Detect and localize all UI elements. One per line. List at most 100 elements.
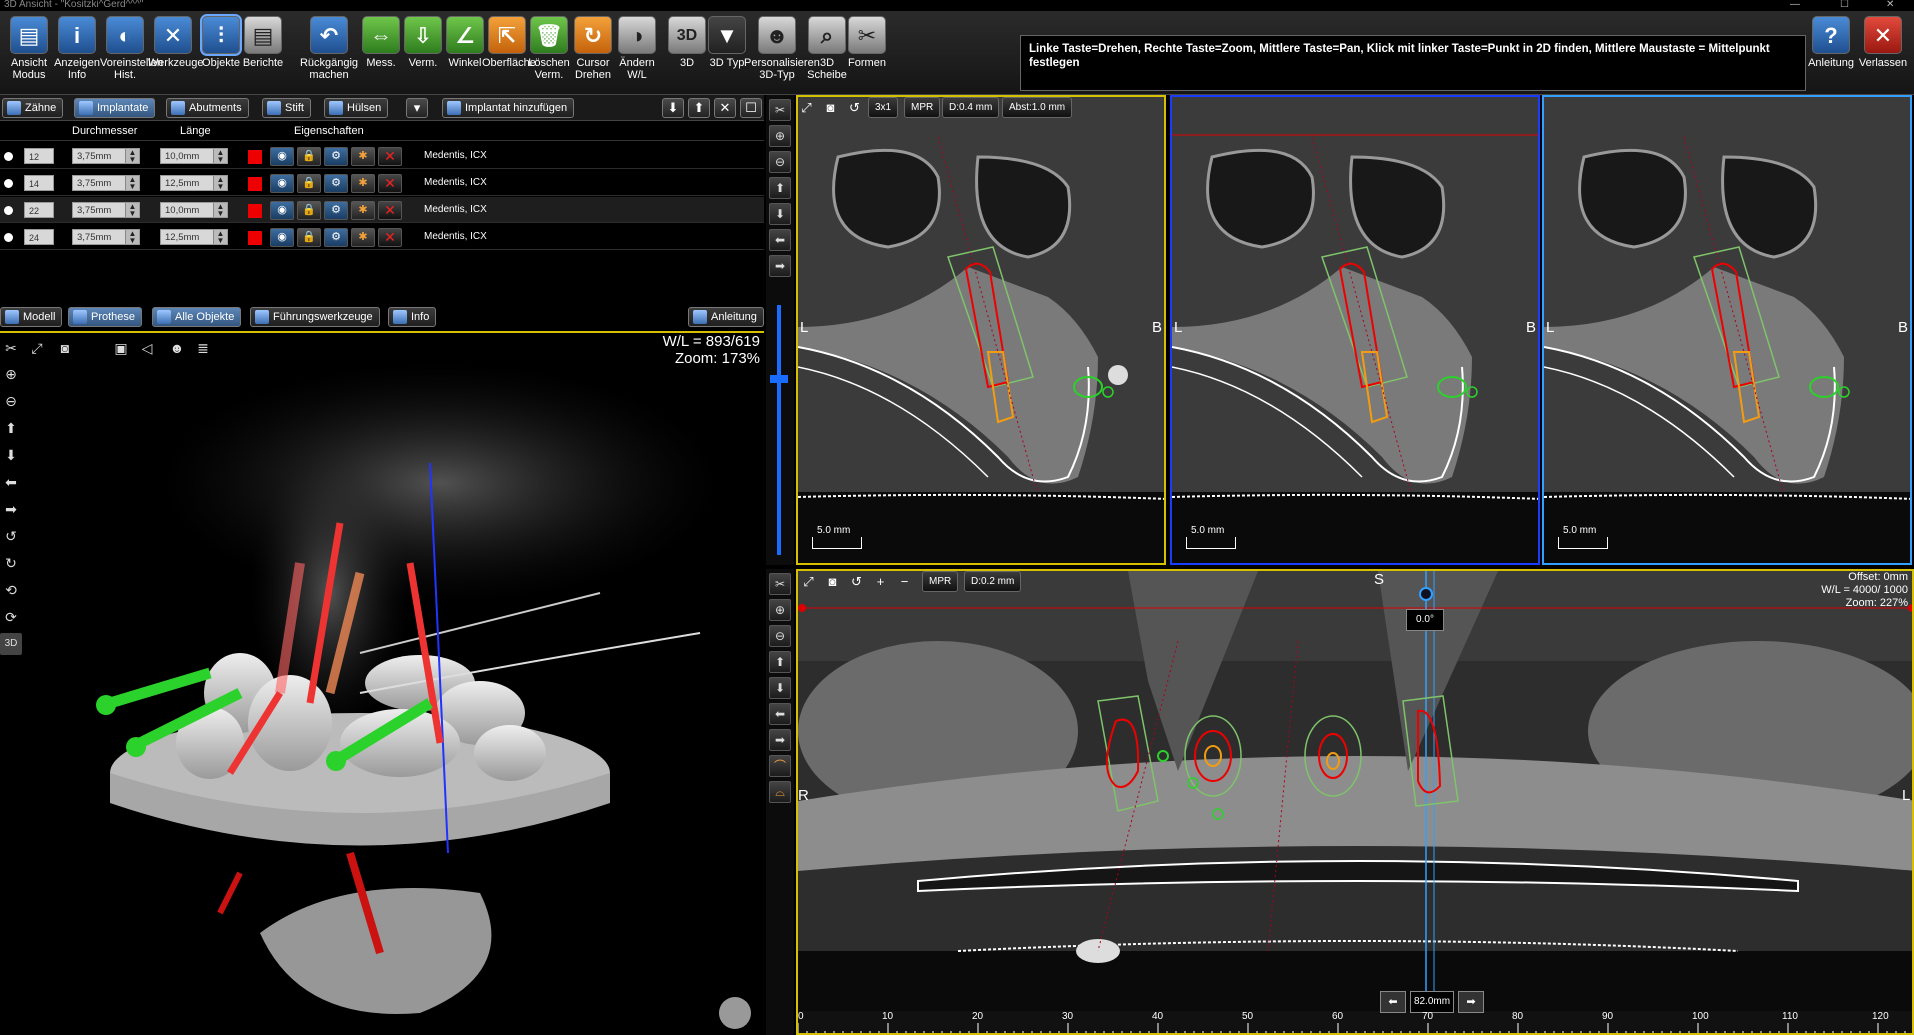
implant-settings-icon[interactable]: ⚙: [324, 174, 348, 193]
move-up-button[interactable]: ⬆: [688, 98, 710, 118]
diameter-stepper[interactable]: 3,75mm ▲ ▼: [72, 229, 140, 245]
cursor-rotate-button[interactable]: ↻ Cursor Drehen: [568, 16, 618, 92]
close-window-icon[interactable]: ✕: [1886, 0, 1894, 10]
tab-sleeves[interactable]: Hülsen: [324, 98, 389, 118]
personalize-3d-type-button[interactable]: ☻ Personalisieren 3D-Typ: [744, 16, 820, 92]
exit-button[interactable]: ✕ Verlassen: [1858, 16, 1908, 92]
diameter-stepper[interactable]: 3,75mm ▲ ▼: [72, 148, 140, 164]
arch-upper-icon[interactable]: ⌒: [769, 755, 791, 777]
row-select-radio[interactable]: [4, 152, 13, 161]
spacing-button[interactable]: Abst:1.0 mm: [1002, 97, 1073, 118]
tab-implants[interactable]: Implantate: [74, 98, 156, 118]
implant-settings-icon[interactable]: ⚙: [324, 201, 348, 220]
stepper-arrows-icon[interactable]: ▲ ▼: [213, 230, 227, 245]
tools-icon[interactable]: ✂: [769, 99, 791, 121]
tools-icon[interactable]: ✂: [769, 573, 791, 595]
arrow-left-icon[interactable]: ⬅: [769, 229, 791, 251]
orientation-head-icon[interactable]: [719, 997, 751, 1029]
table-row[interactable]: 24 3,75mm ▲ ▼ 12,5mm ▲ ▼ ◉ 🔒 ⚙ ✱ ✕ Medentis, ICX: [0, 224, 764, 250]
diameter-stepper[interactable]: 3,75mm ▲ ▼: [72, 175, 140, 191]
visibility-icon[interactable]: ◉: [270, 201, 294, 220]
add-implant-button[interactable]: Implantat hinzufügen: [442, 98, 575, 118]
implant-settings-icon[interactable]: ⚙: [324, 147, 348, 166]
arrow-left-icon[interactable]: ⬅: [769, 703, 791, 725]
maximize-icon[interactable]: ☐: [1840, 0, 1849, 10]
implant-color-swatch[interactable]: [248, 231, 262, 245]
length-stepper[interactable]: 10,0mm ▲ ▼: [160, 148, 228, 164]
arrow-down-icon[interactable]: ⬇: [769, 203, 791, 225]
diameter-stepper[interactable]: 3,75mm ▲ ▼: [72, 202, 140, 218]
tab-abutments[interactable]: Abutments: [166, 98, 249, 118]
delete-implant-icon[interactable]: ✕: [378, 147, 402, 166]
stepper-arrows-icon[interactable]: ▲ ▼: [213, 149, 227, 164]
object-help-button[interactable]: Anleitung: [688, 307, 764, 327]
zoom-in-icon[interactable]: ⊕: [769, 599, 791, 621]
implant-settings-icon[interactable]: ⚙: [324, 228, 348, 247]
tabs-dropdown-button[interactable]: ▾: [406, 98, 428, 118]
row-select-radio[interactable]: [4, 233, 13, 242]
mpr-button[interactable]: MPR: [904, 97, 941, 118]
implant-axis-icon[interactable]: ✱: [351, 147, 375, 166]
view-mode-button[interactable]: ▤ Ansicht Modus: [4, 16, 54, 92]
thickness-button[interactable]: D:0.4 mm: [942, 97, 1000, 118]
arrow-right-icon[interactable]: ➡: [769, 255, 791, 277]
length-stepper[interactable]: 12,5mm ▲ ▼: [160, 175, 228, 191]
length-stepper[interactable]: 12,5mm ▲ ▼: [160, 229, 228, 245]
reset-rotation-icon[interactable]: ↺: [844, 97, 865, 118]
arch-lower-icon[interactable]: ⌓: [769, 781, 791, 803]
tab-all-objects[interactable]: Alle Objekte: [152, 307, 242, 327]
delete-implant-icon[interactable]: ✕: [378, 174, 402, 193]
implant-axis-icon[interactable]: ✱: [351, 174, 375, 193]
help-button[interactable]: ? Anleitung: [1806, 16, 1856, 92]
tab-prosthesis[interactable]: Prothese: [68, 307, 143, 327]
stepper-arrows-icon[interactable]: ▲ ▼: [125, 176, 139, 191]
panoramic-view[interactable]: ⤢ ◙ ↺ + − MPR D:0.2 mm S R L Offset: 0mm…: [796, 569, 1914, 1035]
window-level-button[interactable]: ◑ Ändern W/L: [612, 16, 662, 92]
show-info-button[interactable]: i Anzeigen Info: [52, 16, 102, 92]
histogram-preset-button[interactable]: ◐ Voreinstellen Hist.: [100, 16, 163, 92]
lock-icon[interactable]: 🔒: [297, 147, 321, 166]
cross-section-view-2[interactable]: L B 5.0 mm: [1170, 95, 1540, 565]
tab-post[interactable]: Stift: [262, 98, 311, 118]
lock-icon[interactable]: 🔒: [297, 201, 321, 220]
implant-color-swatch[interactable]: [248, 204, 262, 218]
visibility-icon[interactable]: ◉: [270, 147, 294, 166]
fullscreen-icon[interactable]: ⤢: [796, 97, 817, 118]
lock-icon[interactable]: 🔒: [297, 174, 321, 193]
tab-model[interactable]: Modell: [0, 307, 63, 327]
row-select-radio[interactable]: [4, 206, 13, 215]
zoom-out-icon[interactable]: ⊖: [769, 151, 791, 173]
move-down-button[interactable]: ⬇: [662, 98, 684, 118]
tab-teeth[interactable]: Zähne: [2, 98, 64, 118]
delete-implant-icon[interactable]: ✕: [378, 228, 402, 247]
arrow-up-icon[interactable]: ⬆: [769, 651, 791, 673]
stepper-arrows-icon[interactable]: ▲ ▼: [125, 203, 139, 218]
arrow-up-icon[interactable]: ⬆: [769, 177, 791, 199]
slice-slider-thumb[interactable]: [770, 375, 788, 383]
implant-axis-icon[interactable]: ✱: [351, 228, 375, 247]
table-row[interactable]: 12 3,75mm ▲ ▼ 10,0mm ▲ ▼ ◉ 🔒 ⚙ ✱ ✕ Medentis, ICX: [0, 143, 764, 169]
zoom-out-icon[interactable]: ⊖: [769, 625, 791, 647]
implant-color-swatch[interactable]: [248, 177, 262, 191]
panel-toggle-button[interactable]: ☐: [740, 98, 762, 118]
implant-color-swatch[interactable]: [248, 150, 262, 164]
visibility-icon[interactable]: ◉: [270, 228, 294, 247]
minimize-icon[interactable]: —: [1790, 0, 1800, 10]
lock-icon[interactable]: 🔒: [297, 228, 321, 247]
cross-section-view-3[interactable]: L B 5.0 mm: [1542, 95, 1912, 565]
3d-view[interactable]: ✂ ⤢ ◙ ▣ ◁ ☻ ≣ ⊕ ⊖ ⬆ ⬇ ⬅ ➡ ↺ ↻ ⟲ ⟳ 3D W/L…: [0, 331, 764, 1035]
shapes-button[interactable]: ✂ Formen: [842, 16, 892, 92]
tools-button[interactable]: ✕ Werkzeuge: [148, 16, 203, 92]
slice-slider[interactable]: [777, 305, 781, 555]
stepper-arrows-icon[interactable]: ▲ ▼: [125, 149, 139, 164]
arrow-down-icon[interactable]: ⬇: [769, 677, 791, 699]
table-row[interactable]: 22 3,75mm ▲ ▼ 10,0mm ▲ ▼ ◉ 🔒 ⚙ ✱ ✕ Medentis, ICX: [0, 197, 764, 223]
tab-info[interactable]: Info: [388, 307, 437, 327]
delete-measure-button[interactable]: 🗑 Löschen Verm.: [524, 16, 574, 92]
stepper-arrows-icon[interactable]: ▲ ▼: [213, 176, 227, 191]
reports-button[interactable]: ▤ Berichte: [238, 16, 288, 92]
stepper-arrows-icon[interactable]: ▲ ▼: [213, 203, 227, 218]
zoom-in-icon[interactable]: ⊕: [769, 125, 791, 147]
camera-icon[interactable]: ◙: [820, 97, 841, 118]
arrow-right-icon[interactable]: ➡: [769, 729, 791, 751]
